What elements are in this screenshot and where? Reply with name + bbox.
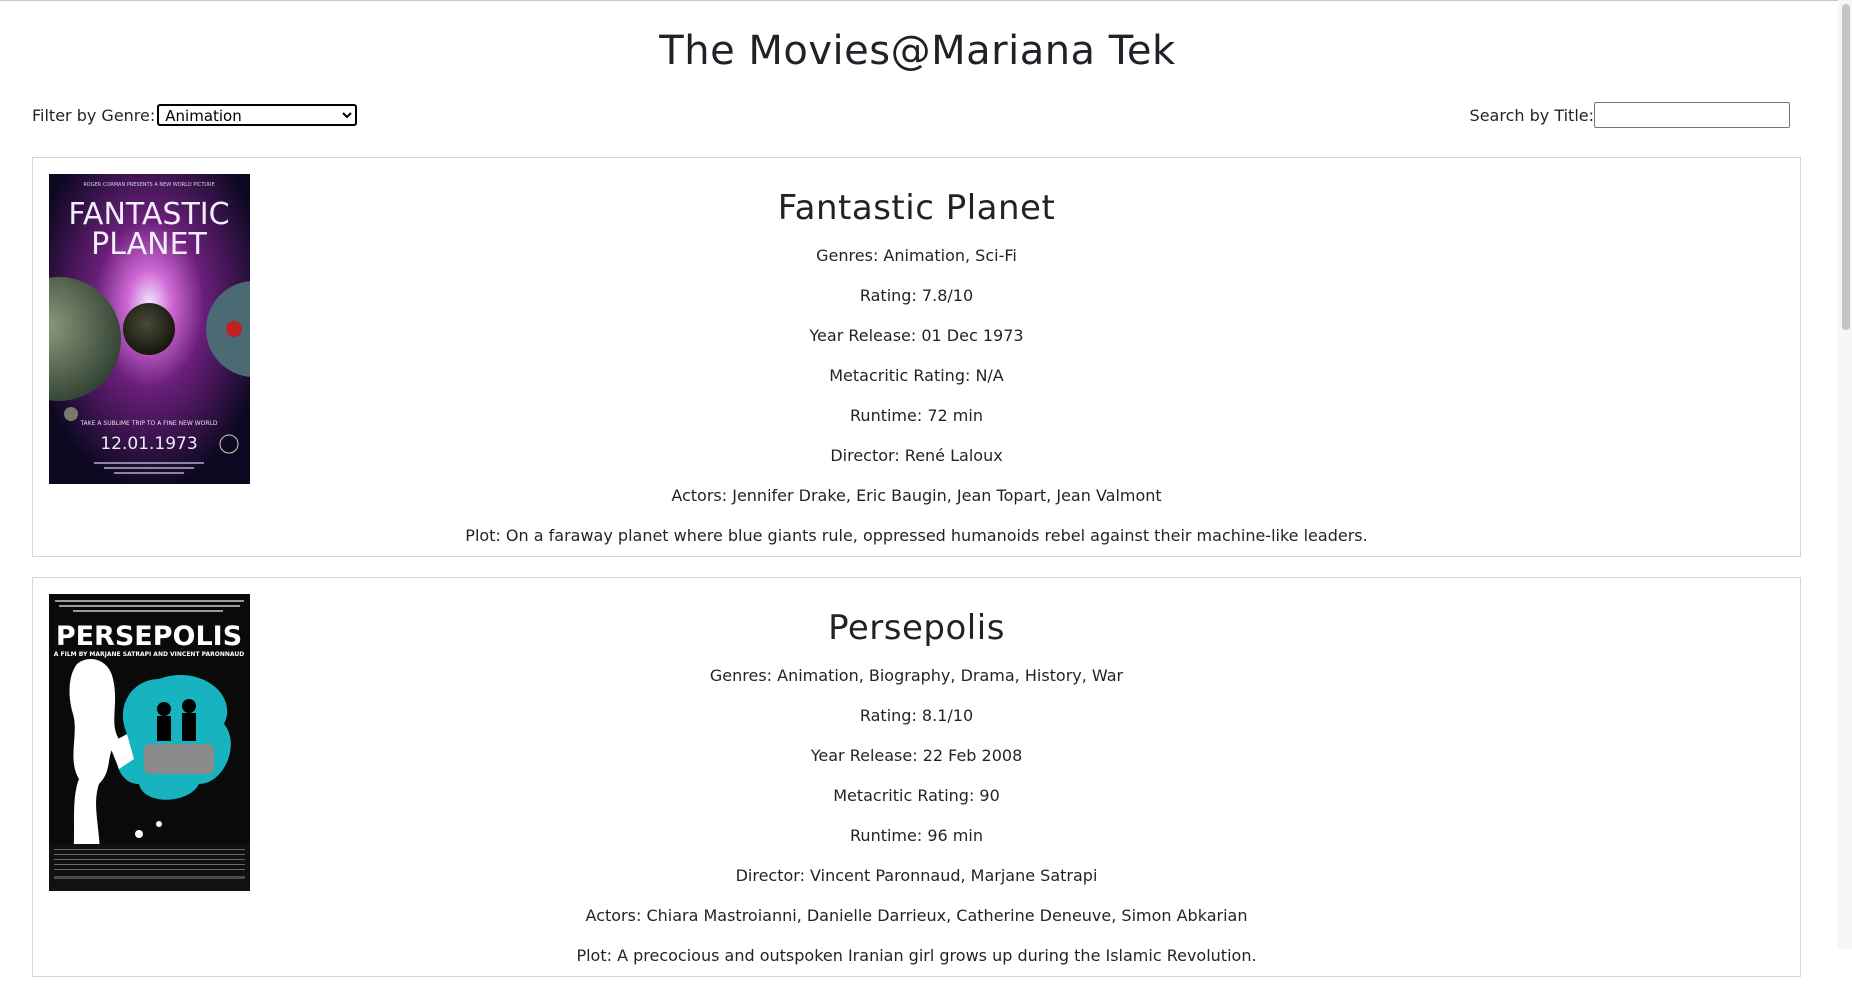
movie-genres: Genres: Animation, Sci-Fi: [816, 246, 1017, 265]
poster-byline: A FILM BY MARJANE SATRAPI AND VINCENT PA…: [54, 651, 244, 658]
scrollbar-thumb[interactable]: [1842, 4, 1850, 330]
poster-date: 12.01.1973: [100, 434, 197, 454]
genre-select[interactable]: Animation: [157, 104, 358, 126]
page-scrollbar[interactable]: [1838, 0, 1852, 949]
movie-director: Director: Vincent Paronnaud, Marjane Sat…: [735, 866, 1098, 885]
genre-filter-label: Filter by Genre:: [32, 105, 156, 125]
movie-runtime: Runtime: 96 min: [850, 826, 983, 845]
title-search: Search by Title:: [1470, 102, 1790, 128]
movie-list: ROGER CORMAN PRESENTS A NEW WORLD PICTUR…: [32, 157, 1801, 997]
movie-runtime: Runtime: 72 min: [850, 406, 983, 425]
movie-rating: Rating: 7.8/10: [859, 286, 974, 305]
movie-actors: Actors: Chiara Mastroianni, Danielle Dar…: [585, 906, 1248, 925]
poster-tagline: TAKE A SUBLIME TRIP TO A FINE NEW WORLD: [79, 420, 217, 427]
poster-top-text: ROGER CORMAN PRESENTS A NEW WORLD PICTUR…: [83, 182, 214, 188]
search-input[interactable]: [1594, 102, 1790, 128]
movie-actors: Actors: Jennifer Drake, Eric Baugin, Jea…: [671, 486, 1162, 505]
movie-genres: Genres: Animation, Biography, Drama, His…: [709, 666, 1124, 685]
movie-year: Year Release: 01 Dec 1973: [809, 326, 1024, 345]
genre-filter: Filter by Genre: Animation: [32, 104, 358, 126]
top-border: [0, 0, 1852, 1]
movie-poster: PERSEPOLIS A FILM BY MARJANE SATRAPI AND…: [49, 594, 250, 891]
poster-title: PERSEPOLIS: [56, 621, 242, 652]
movie-title: Fantastic Planet: [777, 188, 1056, 228]
movie-title: Persepolis: [828, 608, 1005, 648]
poster-title-line2: PLANET: [91, 227, 207, 262]
movie-info: Persepolis Genres: Animation, Biography,…: [49, 608, 1784, 976]
movie-year: Year Release: 22 Feb 2008: [810, 746, 1023, 765]
movie-plot: Plot: On a faraway planet where blue gia…: [465, 526, 1368, 545]
movie-info: Fantastic Planet Genres: Animation, Sci-…: [49, 188, 1784, 556]
movie-director: Director: René Laloux: [830, 446, 1003, 465]
search-label: Search by Title:: [1469, 105, 1594, 125]
movie-metacritic: Metacritic Rating: N/A: [829, 366, 1004, 385]
movie-card: ROGER CORMAN PRESENTS A NEW WORLD PICTUR…: [32, 157, 1801, 557]
movie-card: PERSEPOLIS A FILM BY MARJANE SATRAPI AND…: [32, 577, 1801, 977]
movie-poster: ROGER CORMAN PRESENTS A NEW WORLD PICTUR…: [49, 174, 250, 484]
movie-rating: Rating: 8.1/10: [859, 706, 974, 725]
page-title: The Movies@Mariana Tek: [659, 28, 1176, 74]
movie-plot: Plot: A precocious and outspoken Iranian…: [576, 946, 1257, 965]
movie-metacritic: Metacritic Rating: 90: [833, 786, 1000, 805]
